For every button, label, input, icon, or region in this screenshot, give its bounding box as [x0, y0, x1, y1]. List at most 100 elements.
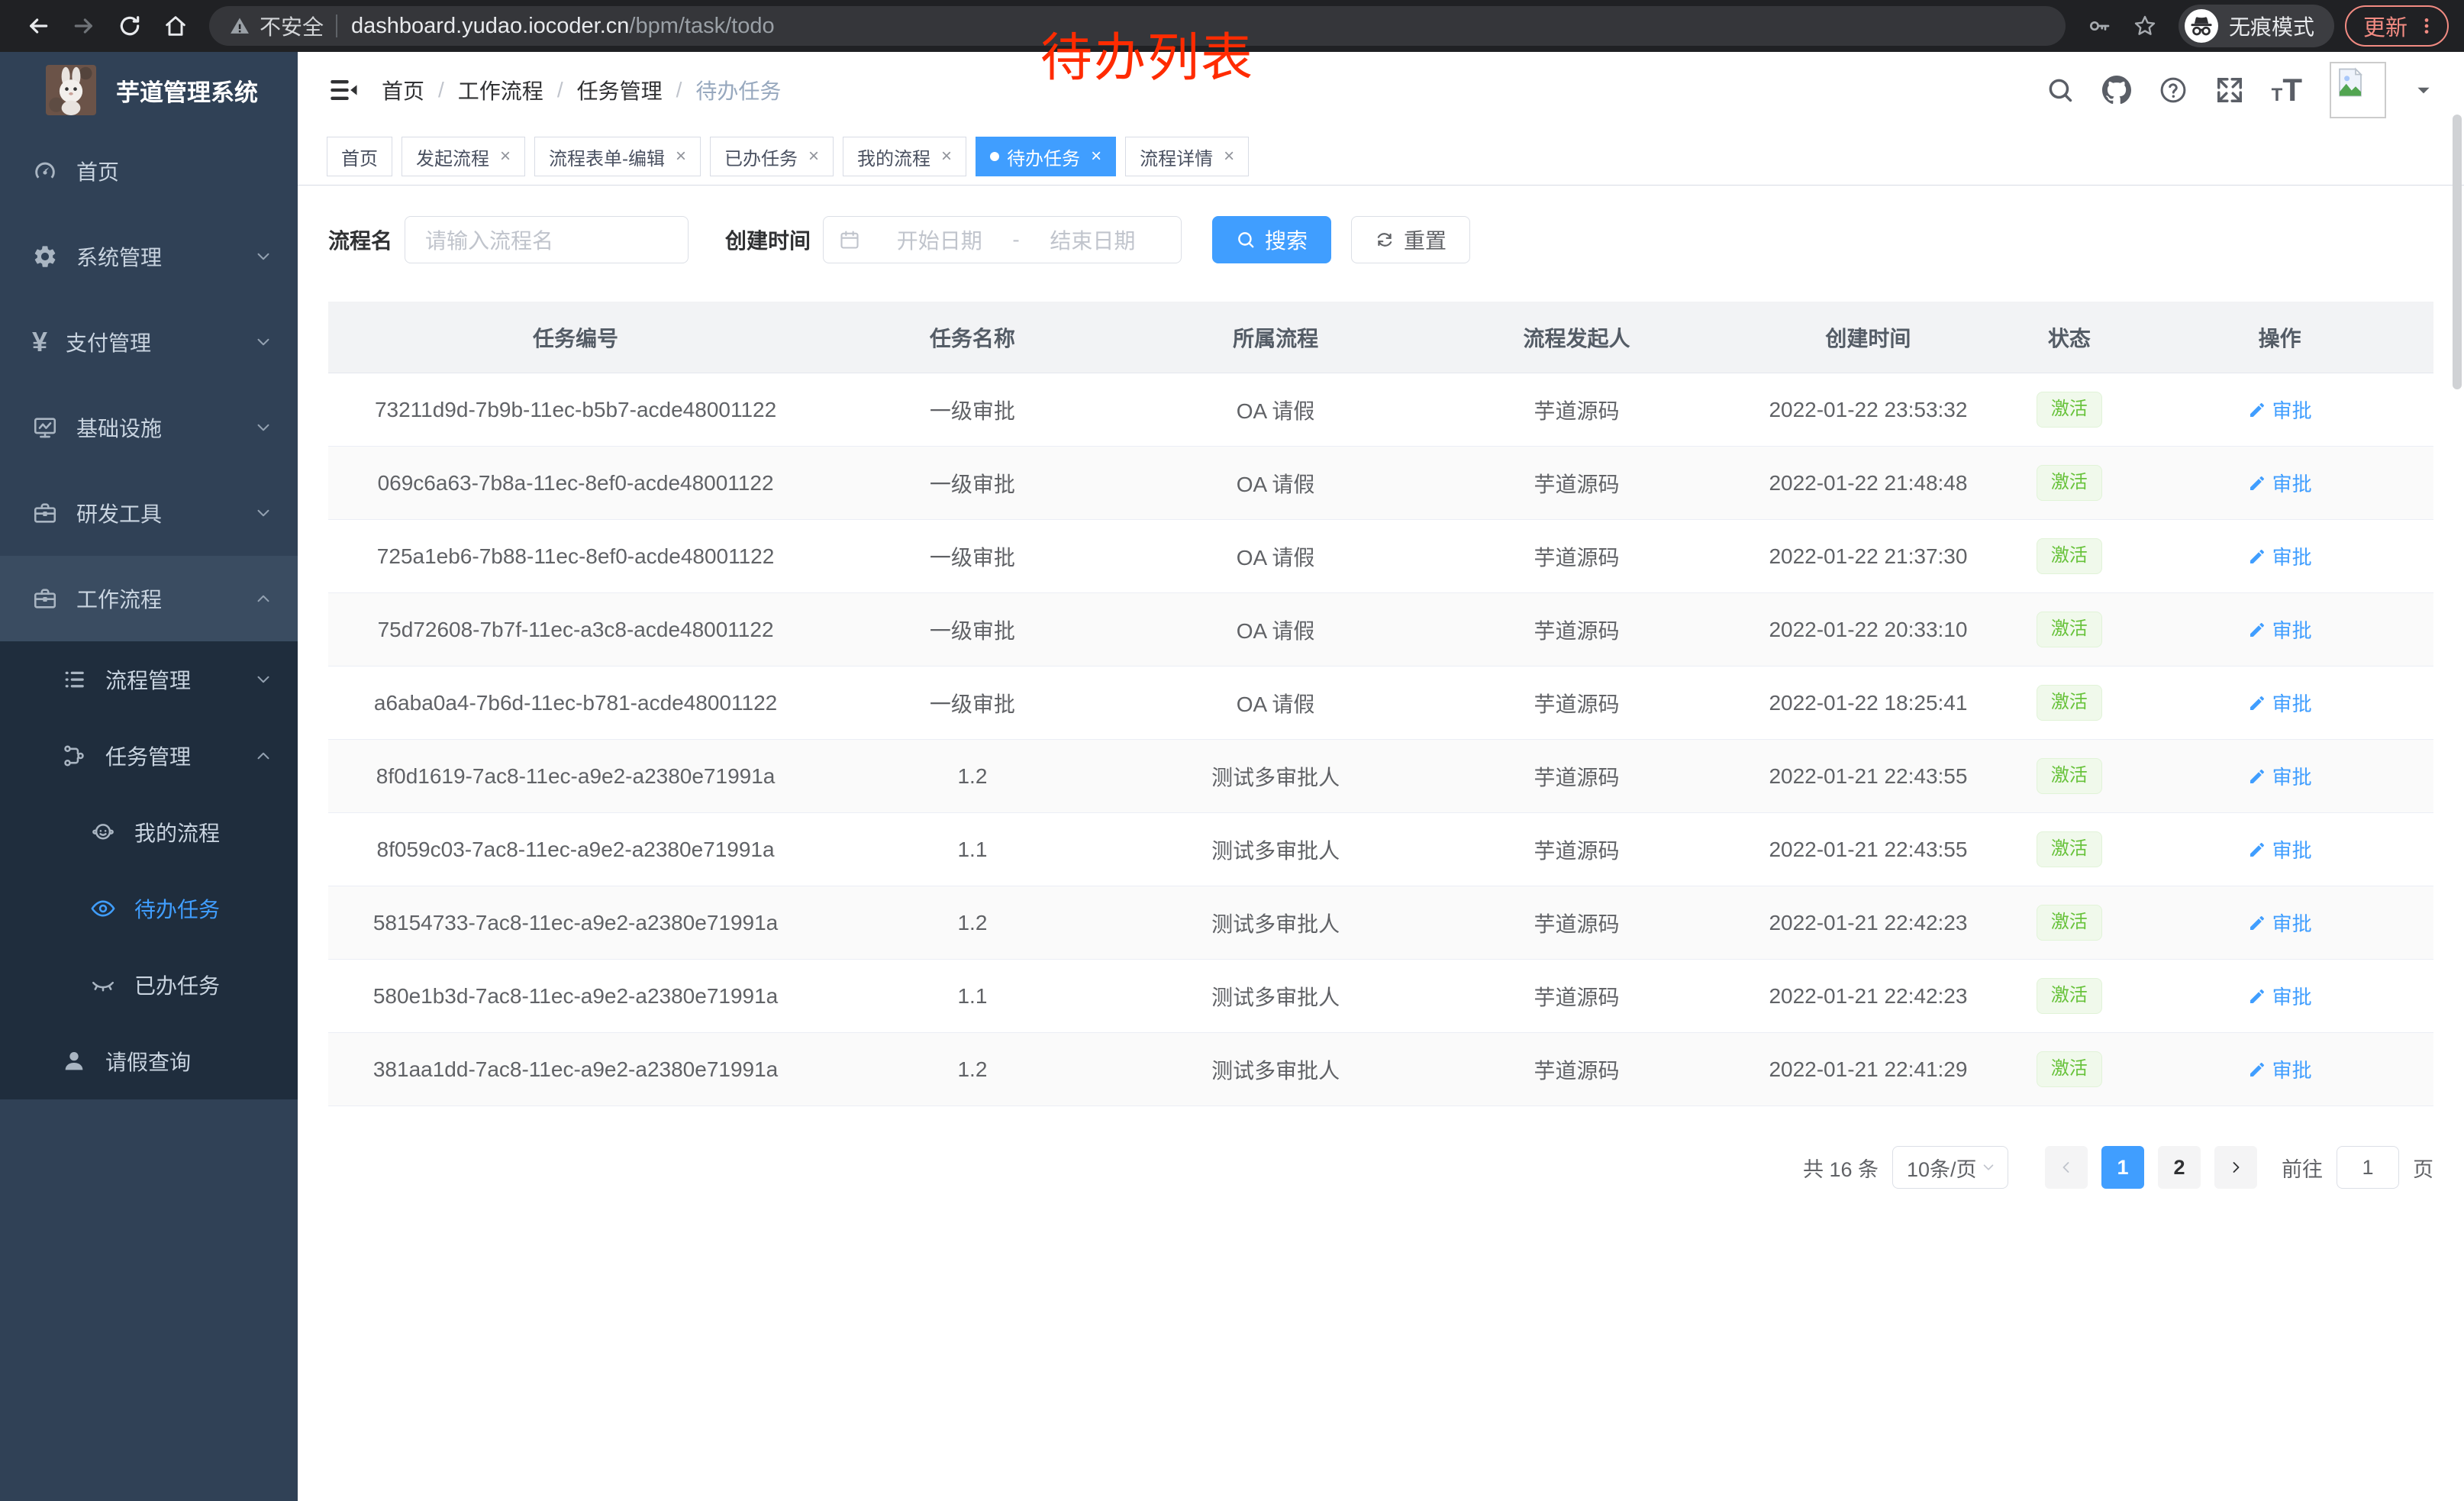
tags-view: 首页发起流程×流程表单-编辑×已办任务×我的流程×待办任务×流程详情× — [298, 128, 2464, 186]
sidebar-item-infrastructure[interactable]: 基础设施 — [0, 385, 298, 470]
briefcase-icon — [32, 500, 58, 526]
approve-link[interactable]: 审批 — [2248, 982, 2312, 1010]
pagination-total: 共 16 条 — [1803, 1153, 1879, 1183]
reset-button[interactable]: 重置 — [1351, 216, 1470, 263]
chevron-down-icon — [253, 247, 273, 266]
approve-link[interactable]: 审批 — [2248, 762, 2312, 790]
cell-created: 2022-01-21 22:43:55 — [1724, 764, 2013, 789]
tab-首页[interactable]: 首页 — [327, 137, 392, 176]
browser-back-icon[interactable] — [20, 8, 56, 44]
process-name-input[interactable]: 请输入流程名 — [405, 216, 689, 263]
page-button-1[interactable]: 1 — [2101, 1146, 2144, 1189]
sidebar-item-payment-management[interactable]: ¥支付管理 — [0, 299, 298, 385]
close-tab-icon[interactable]: × — [808, 147, 819, 166]
cell-id: 58154733-7ac8-11ec-a9e2-a2380e71991a — [328, 911, 823, 935]
cell-created: 2022-01-22 21:48:48 — [1724, 471, 2013, 495]
pen-icon — [2248, 474, 2266, 492]
search-icon[interactable] — [2046, 76, 2075, 105]
incognito-label: 无痕模式 — [2229, 11, 2314, 41]
cell-starter: 芋道源码 — [1429, 688, 1724, 718]
font-size-icon[interactable]: TT — [2272, 74, 2302, 106]
close-tab-icon[interactable]: × — [1091, 147, 1101, 166]
caret-down-icon[interactable] — [2414, 80, 2433, 100]
collapse-sidebar-icon[interactable] — [328, 75, 359, 105]
cell-task_name: 1.2 — [823, 764, 1122, 789]
chevron-down-icon — [1980, 1159, 1997, 1176]
tab-已办任务[interactable]: 已办任务× — [710, 137, 834, 176]
cell-process: 测试多审批人 — [1122, 981, 1430, 1012]
sidebar-item-done-tasks[interactable]: 已办任务 — [0, 947, 298, 1023]
status-badge: 激活 — [2037, 612, 2102, 647]
process-name-placeholder: 请输入流程名 — [425, 224, 553, 255]
approve-link[interactable]: 审批 — [2248, 395, 2312, 424]
github-icon[interactable] — [2102, 76, 2131, 105]
sidebar-item-system-management[interactable]: 系统管理 — [0, 214, 298, 299]
approve-link[interactable]: 审批 — [2248, 542, 2312, 570]
table-row: 069c6a63-7b8a-11ec-8ef0-acde48001122一级审批… — [328, 447, 2433, 520]
approve-link[interactable]: 审批 — [2248, 909, 2312, 937]
browser-reload-icon[interactable] — [111, 8, 148, 44]
approve-link[interactable]: 审批 — [2248, 1055, 2312, 1083]
gear-icon — [32, 244, 58, 270]
sidebar-item-my-process[interactable]: 我的流程 — [0, 794, 298, 870]
scrollbar-thumb[interactable] — [2453, 115, 2462, 389]
not-secure-warning-icon — [229, 15, 250, 37]
pen-icon — [2248, 914, 2266, 932]
cell-task_name: 1.1 — [823, 838, 1122, 862]
bookmark-star-icon[interactable] — [2127, 8, 2163, 44]
breadcrumb-item[interactable]: 任务管理 — [577, 75, 663, 105]
sidebar-item-workflow[interactable]: 工作流程 — [0, 556, 298, 641]
sidebar-item-home[interactable]: 首页 — [0, 128, 298, 214]
sidebar-item-todo-tasks[interactable]: 待办任务 — [0, 870, 298, 947]
eye-closed-icon — [90, 972, 116, 998]
tab-label: 流程表单-编辑 — [549, 144, 665, 170]
close-tab-icon[interactable]: × — [500, 147, 511, 166]
sidebar-menu: 首页系统管理¥支付管理基础设施研发工具工作流程流程管理任务管理我的流程待办任务已… — [0, 128, 298, 1099]
table-row: 8f059c03-7ac8-11ec-a9e2-a2380e71991a1.1测… — [328, 813, 2433, 886]
sidebar-item-process-management[interactable]: 流程管理 — [0, 641, 298, 718]
tab-流程详情[interactable]: 流程详情× — [1125, 137, 1249, 176]
cell-id: a6aba0a4-7b6d-11ec-b781-acde48001122 — [328, 691, 823, 715]
cell-created: 2022-01-22 21:37:30 — [1724, 544, 2013, 569]
sidebar-item-dev-tools[interactable]: 研发工具 — [0, 470, 298, 556]
cell-process: 测试多审批人 — [1122, 761, 1430, 792]
close-tab-icon[interactable]: × — [941, 147, 952, 166]
tab-我的流程[interactable]: 我的流程× — [843, 137, 966, 176]
close-tab-icon[interactable]: × — [676, 147, 686, 166]
chevron-down-icon — [253, 670, 273, 689]
next-page-button[interactable] — [2214, 1146, 2257, 1189]
eye-icon — [90, 896, 116, 922]
key-icon[interactable] — [2081, 8, 2117, 44]
help-icon[interactable] — [2159, 76, 2188, 105]
avatar[interactable] — [2330, 62, 2386, 118]
cell-id: 381aa1dd-7ac8-11ec-a9e2-a2380e71991a — [328, 1057, 823, 1082]
tree-icon — [61, 743, 87, 769]
page-size-select[interactable]: 10条/页 — [1892, 1146, 2008, 1189]
prev-page-button[interactable] — [2045, 1146, 2088, 1189]
close-tab-icon[interactable]: × — [1224, 147, 1234, 166]
page-unit-label: 页 — [2413, 1153, 2433, 1183]
goto-page-input[interactable]: 1 — [2337, 1146, 2399, 1189]
sidebar-item-leave-query[interactable]: 请假查询 — [0, 1023, 298, 1099]
tab-待办任务[interactable]: 待办任务× — [976, 137, 1116, 176]
table-row: 73211d9d-7b9b-11ec-b5b7-acde48001122一级审批… — [328, 373, 2433, 447]
cell-id: 069c6a63-7b8a-11ec-8ef0-acde48001122 — [328, 471, 823, 495]
date-range-input[interactable]: 开始日期 - 结束日期 — [823, 216, 1182, 263]
browser-forward-icon[interactable] — [66, 8, 102, 44]
cell-action: 审批 — [2126, 835, 2433, 863]
update-button[interactable]: 更新 — [2345, 5, 2449, 47]
sidebar-item-task-management[interactable]: 任务管理 — [0, 718, 298, 794]
breadcrumb-item[interactable]: 首页 — [382, 75, 424, 105]
approve-link[interactable]: 审批 — [2248, 689, 2312, 717]
approve-link[interactable]: 审批 — [2248, 615, 2312, 644]
fullscreen-icon[interactable] — [2215, 76, 2244, 105]
search-button[interactable]: 搜索 — [1212, 216, 1331, 263]
tab-流程表单-编辑[interactable]: 流程表单-编辑 × — [534, 137, 701, 176]
page-button-2[interactable]: 2 — [2158, 1146, 2201, 1189]
approve-link[interactable]: 审批 — [2248, 469, 2312, 497]
tab-发起流程[interactable]: 发起流程× — [402, 137, 525, 176]
breadcrumb-item[interactable]: 工作流程 — [458, 75, 543, 105]
browser-home-icon[interactable] — [157, 8, 194, 44]
approve-link[interactable]: 审批 — [2248, 835, 2312, 863]
cell-status: 激活 — [2012, 685, 2126, 721]
